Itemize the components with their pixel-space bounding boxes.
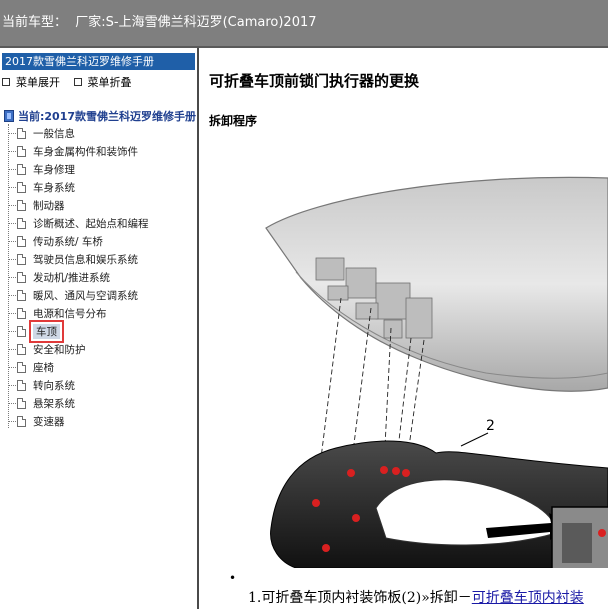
tree-connector: [8, 348, 16, 350]
expand-menu-button[interactable]: 菜单展开: [2, 74, 60, 90]
manual-title[interactable]: 2017款雪佛兰科迈罗维修手册: [2, 53, 195, 70]
tree-connector: [8, 222, 16, 224]
sidebar-item-label: 转向系统: [33, 379, 75, 392]
vehicle-value: 厂家:S-上海雪佛兰科迈罗(Camaro)2017: [75, 15, 317, 30]
tree-connector: [8, 168, 16, 170]
page-icon: [17, 397, 26, 409]
callout-leader: [460, 432, 489, 447]
page-icon: [17, 379, 26, 391]
sidebar-item[interactable]: 车身金属构件和装饰件: [8, 142, 138, 160]
collapse-icon: [73, 78, 82, 86]
sidebar-item[interactable]: 车身修理: [8, 160, 75, 178]
page-icon: [17, 199, 26, 211]
page-icon: [17, 145, 26, 157]
tree-connector: [8, 150, 16, 152]
sidebar-item-label: 车顶: [29, 319, 64, 343]
sidebar-item[interactable]: 一般信息: [8, 124, 75, 142]
page-icon: [17, 289, 26, 301]
collapse-menu-button[interactable]: 菜单折叠: [73, 74, 132, 90]
tree-connector: [8, 312, 16, 314]
sidebar-item-label: 车身系统: [33, 181, 75, 194]
page-icon: [17, 163, 26, 175]
figure-callout: 2: [486, 418, 495, 434]
sidebar-item-label: 变速器: [33, 415, 65, 428]
page-icon: [17, 181, 26, 193]
sidebar-item[interactable]: 诊断概述、起始点和编程: [8, 214, 149, 232]
page-icon: [17, 307, 26, 319]
tree-root-label: 当前:2017款雪佛兰科迈罗维修手册: [18, 110, 197, 123]
tree-connector: [8, 258, 16, 260]
sidebar-item-label: 发动机/推进系统: [33, 271, 111, 284]
step-1: 1.可折叠车顶内衬装饰板(2)»拆卸－可折叠车顶内衬装: [248, 587, 584, 607]
sidebar-item[interactable]: 安全和防护: [8, 340, 86, 358]
sidebar-item[interactable]: 座椅: [8, 358, 54, 376]
book-icon: [4, 110, 14, 122]
sidebar-item-label: 悬架系统: [33, 397, 75, 410]
sidebar-item-label: 制动器: [33, 199, 65, 212]
tree-root[interactable]: 当前:2017款雪佛兰科迈罗维修手册: [4, 108, 196, 124]
tree-connector: [8, 294, 16, 296]
tree-connector: [8, 420, 16, 422]
sidebar-item[interactable]: 悬架系统: [8, 394, 75, 412]
page-icon: [17, 217, 26, 229]
sidebar: 2017款雪佛兰科迈罗维修手册 菜单展开 菜单折叠 当前:2017款雪佛兰科迈罗…: [0, 48, 199, 609]
page-icon: [17, 127, 26, 139]
sidebar-item-label: 座椅: [33, 361, 54, 374]
menu-controls: 菜单展开 菜单折叠: [2, 74, 142, 90]
sidebar-item-label: 车身修理: [33, 163, 75, 176]
sidebar-item[interactable]: 发动机/推进系统: [8, 268, 110, 286]
sidebar-item[interactable]: 车身系统: [8, 178, 75, 196]
sidebar-item-label: 安全和防护: [33, 343, 86, 356]
tree-connector: [8, 384, 16, 386]
content-pane: 可折叠车顶前锁门执行器的更换 拆卸程序 2 • 1.可折叠车顶内衬装饰板(2)»…: [201, 48, 608, 609]
sidebar-item[interactable]: 变速器: [8, 412, 65, 430]
tree-connector: [8, 132, 16, 134]
tree-connector: [8, 330, 16, 332]
page-icon: [17, 343, 26, 355]
step-1-text: 1.可折叠车顶内衬装饰板(2)»拆卸－: [248, 590, 472, 606]
page-title: 可折叠车顶前锁门执行器的更换: [209, 72, 420, 90]
vehicle-info: 当前车型： 厂家:S-上海雪佛兰科迈罗(Camaro)2017: [2, 11, 317, 30]
tree-connector: [8, 402, 16, 404]
sidebar-item-label: 诊断概述、起始点和编程: [33, 217, 149, 230]
sidebar-item-label: 驾驶员信息和娱乐系统: [33, 253, 138, 266]
page-icon: [17, 271, 26, 283]
sidebar-item[interactable]: 驾驶员信息和娱乐系统: [8, 250, 138, 268]
sidebar-item[interactable]: 制动器: [8, 196, 65, 214]
sidebar-item-label: 车身金属构件和装饰件: [33, 145, 138, 158]
tree-connector: [8, 366, 16, 368]
sidebar-item[interactable]: 传动系统/ 车桥: [8, 232, 103, 250]
roof-panel: [265, 176, 608, 392]
tree-connector: [8, 186, 16, 188]
sidebar-item-label: 传动系统/ 车桥: [33, 235, 103, 248]
top-bar: 当前车型： 厂家:S-上海雪佛兰科迈罗(Camaro)2017: [0, 0, 608, 48]
vehicle-label: 当前车型：: [2, 15, 68, 30]
tree-connector: [8, 276, 16, 278]
tree-connector: [8, 240, 16, 242]
page-icon: [17, 253, 26, 265]
bullet: •: [229, 571, 237, 585]
collapse-label: 菜单折叠: [87, 76, 132, 89]
sidebar-item[interactable]: 转向系统: [8, 376, 75, 394]
sidebar-item-label: 电源和信号分布: [33, 307, 107, 320]
tree-connector: [8, 204, 16, 206]
sidebar-item[interactable]: 车顶: [8, 319, 64, 343]
expand-label: 菜单展开: [16, 76, 60, 89]
roof-lining-figure: 2: [265, 176, 608, 568]
sidebar-item-label: 暖风、通风与空调系统: [33, 289, 138, 302]
sidebar-item[interactable]: 电源和信号分布: [8, 304, 107, 322]
page-icon: [17, 235, 26, 247]
section-title: 拆卸程序: [209, 114, 258, 128]
sidebar-item[interactable]: 暖风、通风与空调系统: [8, 286, 138, 304]
page-icon: [17, 415, 26, 427]
expand-icon: [2, 78, 10, 86]
step-1-link[interactable]: 可折叠车顶内衬装: [472, 590, 584, 606]
sidebar-item-label: 一般信息: [33, 127, 75, 140]
page-icon: [17, 361, 26, 373]
page-icon: [17, 325, 26, 337]
